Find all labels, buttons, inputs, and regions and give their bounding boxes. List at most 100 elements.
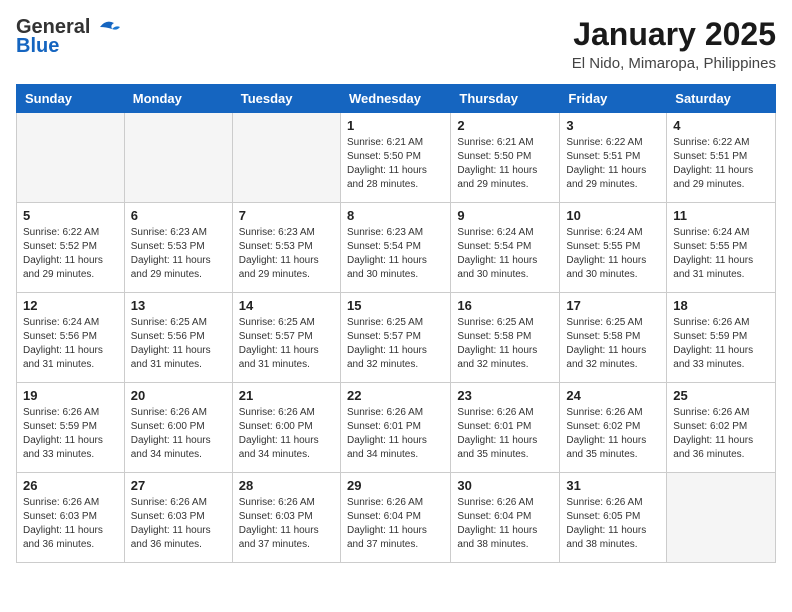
cell-content: Sunrise: 6:26 AM Sunset: 6:04 PM Dayligh…: [347, 496, 444, 552]
calendar-cell: 9Sunrise: 6:24 AM Sunset: 5:54 PM Daylig…: [451, 203, 560, 293]
calendar-cell: 5 Sunrise: 6:22 AM Sunset: 5:52 PM Daylig…: [17, 203, 125, 293]
cell-content: Sunrise: 6:26 AM Sunset: 6:03 PM Dayligh…: [239, 496, 334, 552]
day-number: 10: [566, 208, 660, 223]
calendar-cell: 30Sunrise: 6:26 AM Sunset: 6:04 PM Dayli…: [451, 473, 560, 563]
cell-content: Sunrise: 6:26 AM Sunset: 5:59 PM Dayligh…: [23, 406, 118, 462]
day-number: 18: [673, 298, 769, 313]
cell-content: Sunrise: 6:26 AM Sunset: 6:01 PM Dayligh…: [457, 406, 553, 462]
day-number: 30: [457, 478, 553, 493]
cell-content: Sunrise: 6:25 AM Sunset: 5:58 PM Dayligh…: [457, 316, 553, 372]
day-number: 27: [131, 478, 226, 493]
day-number: 6: [131, 208, 226, 223]
day-number: 31: [566, 478, 660, 493]
cell-content: Sunrise: 6:22 AM Sunset: 5:52 PM Dayligh…: [23, 226, 118, 282]
day-number: 21: [239, 388, 334, 403]
calendar-cell: 14 Sunrise: 6:25 AM Sunset: 5:57 PM Dayli…: [232, 293, 340, 383]
weekday-header-sunday: Sunday: [17, 85, 125, 113]
calendar-cell: 2 Sunrise: 6:21 AM Sunset: 5:50 PM Daylig…: [451, 113, 560, 203]
week-row-4: 19 Sunrise: 6:26 AM Sunset: 5:59 PM Dayli…: [17, 383, 776, 473]
cell-content: Sunrise: 6:23 AM Sunset: 5:53 PM Dayligh…: [239, 226, 334, 282]
title-block: January 2025 El Nido, Mimaropa, Philippi…: [572, 16, 776, 72]
day-number: 14: [239, 298, 334, 313]
calendar-cell: 28 Sunrise: 6:26 AM Sunset: 6:03 PM Dayli…: [232, 473, 340, 563]
day-number: 17: [566, 298, 660, 313]
calendar-cell: 24Sunrise: 6:26 AM Sunset: 6:02 PM Dayli…: [560, 383, 667, 473]
calendar-cell: 4 Sunrise: 6:22 AM Sunset: 5:51 PM Daylig…: [667, 113, 776, 203]
calendar-cell: [667, 473, 776, 563]
weekday-header-row: SundayMondayTuesdayWednesdayThursdayFrid…: [17, 85, 776, 113]
calendar-cell: 15Sunrise: 6:25 AM Sunset: 5:57 PM Dayli…: [340, 293, 450, 383]
calendar-cell: 29 Sunrise: 6:26 AM Sunset: 6:04 PM Dayli…: [340, 473, 450, 563]
cell-content: Sunrise: 6:22 AM Sunset: 5:51 PM Dayligh…: [566, 136, 660, 192]
day-number: 13: [131, 298, 226, 313]
day-number: 2: [457, 118, 553, 133]
calendar-cell: [17, 113, 125, 203]
day-number: 16: [457, 298, 553, 313]
calendar-cell: 18 Sunrise: 6:26 AM Sunset: 5:59 PM Dayli…: [667, 293, 776, 383]
cell-content: Sunrise: 6:24 AM Sunset: 5:55 PM Dayligh…: [673, 226, 769, 282]
cell-content: Sunrise: 6:21 AM Sunset: 5:50 PM Dayligh…: [457, 136, 553, 192]
cell-content: Sunrise: 6:23 AM Sunset: 5:53 PM Dayligh…: [131, 226, 226, 282]
day-number: 20: [131, 388, 226, 403]
calendar-cell: 7 Sunrise: 6:23 AM Sunset: 5:53 PM Daylig…: [232, 203, 340, 293]
week-row-3: 12 Sunrise: 6:24 AM Sunset: 5:56 PM Dayli…: [17, 293, 776, 383]
month-title: January 2025: [572, 16, 776, 53]
day-number: 3: [566, 118, 660, 133]
weekday-header-friday: Friday: [560, 85, 667, 113]
cell-content: Sunrise: 6:22 AM Sunset: 5:51 PM Dayligh…: [673, 136, 769, 192]
logo: General Blue: [16, 16, 120, 58]
calendar-cell: 25 Sunrise: 6:26 AM Sunset: 6:02 PM Dayli…: [667, 383, 776, 473]
day-number: 9: [457, 208, 553, 223]
logo-bird-icon: [92, 17, 120, 37]
calendar-cell: 20 Sunrise: 6:26 AM Sunset: 6:00 PM Dayli…: [124, 383, 232, 473]
calendar-cell: 17 Sunrise: 6:25 AM Sunset: 5:58 PM Dayli…: [560, 293, 667, 383]
cell-content: Sunrise: 6:26 AM Sunset: 6:02 PM Dayligh…: [673, 406, 769, 462]
calendar-cell: [232, 113, 340, 203]
cell-content: Sunrise: 6:26 AM Sunset: 6:05 PM Dayligh…: [566, 496, 660, 552]
calendar-cell: 27 Sunrise: 6:26 AM Sunset: 6:03 PM Dayli…: [124, 473, 232, 563]
calendar-cell: 31 Sunrise: 6:26 AM Sunset: 6:05 PM Dayli…: [560, 473, 667, 563]
day-number: 19: [23, 388, 118, 403]
cell-content: Sunrise: 6:26 AM Sunset: 6:03 PM Dayligh…: [131, 496, 226, 552]
calendar-cell: 3 Sunrise: 6:22 AM Sunset: 5:51 PM Daylig…: [560, 113, 667, 203]
day-number: 1: [347, 118, 444, 133]
day-number: 4: [673, 118, 769, 133]
cell-content: Sunrise: 6:25 AM Sunset: 5:57 PM Dayligh…: [239, 316, 334, 372]
calendar-cell: 11Sunrise: 6:24 AM Sunset: 5:55 PM Dayli…: [667, 203, 776, 293]
day-number: 7: [239, 208, 334, 223]
cell-content: Sunrise: 6:26 AM Sunset: 6:00 PM Dayligh…: [239, 406, 334, 462]
weekday-header-wednesday: Wednesday: [340, 85, 450, 113]
calendar-cell: 26Sunrise: 6:26 AM Sunset: 6:03 PM Dayli…: [17, 473, 125, 563]
calendar-cell: 16 Sunrise: 6:25 AM Sunset: 5:58 PM Dayli…: [451, 293, 560, 383]
calendar-cell: 6 Sunrise: 6:23 AM Sunset: 5:53 PM Daylig…: [124, 203, 232, 293]
day-number: 25: [673, 388, 769, 403]
cell-content: Sunrise: 6:26 AM Sunset: 5:59 PM Dayligh…: [673, 316, 769, 372]
calendar-cell: 22Sunrise: 6:26 AM Sunset: 6:01 PM Dayli…: [340, 383, 450, 473]
calendar-cell: 21 Sunrise: 6:26 AM Sunset: 6:00 PM Dayli…: [232, 383, 340, 473]
calendar-cell: 8Sunrise: 6:23 AM Sunset: 5:54 PM Daylig…: [340, 203, 450, 293]
calendar-cell: [124, 113, 232, 203]
calendar-table: SundayMondayTuesdayWednesdayThursdayFrid…: [16, 84, 776, 563]
cell-content: Sunrise: 6:26 AM Sunset: 6:03 PM Dayligh…: [23, 496, 118, 552]
cell-content: Sunrise: 6:21 AM Sunset: 5:50 PM Dayligh…: [347, 136, 444, 192]
day-number: 29: [347, 478, 444, 493]
cell-content: Sunrise: 6:26 AM Sunset: 6:00 PM Dayligh…: [131, 406, 226, 462]
week-row-2: 5 Sunrise: 6:22 AM Sunset: 5:52 PM Daylig…: [17, 203, 776, 293]
day-number: 23: [457, 388, 553, 403]
day-number: 28: [239, 478, 334, 493]
day-number: 5: [23, 208, 118, 223]
cell-content: Sunrise: 6:25 AM Sunset: 5:57 PM Dayligh…: [347, 316, 444, 372]
calendar-cell: 1 Sunrise: 6:21 AM Sunset: 5:50 PM Daylig…: [340, 113, 450, 203]
cell-content: Sunrise: 6:23 AM Sunset: 5:54 PM Dayligh…: [347, 226, 444, 282]
weekday-header-thursday: Thursday: [451, 85, 560, 113]
cell-content: Sunrise: 6:24 AM Sunset: 5:56 PM Dayligh…: [23, 316, 118, 372]
weekday-header-monday: Monday: [124, 85, 232, 113]
cell-content: Sunrise: 6:25 AM Sunset: 5:58 PM Dayligh…: [566, 316, 660, 372]
week-row-1: 1 Sunrise: 6:21 AM Sunset: 5:50 PM Daylig…: [17, 113, 776, 203]
cell-content: Sunrise: 6:24 AM Sunset: 5:55 PM Dayligh…: [566, 226, 660, 282]
calendar-cell: 23 Sunrise: 6:26 AM Sunset: 6:01 PM Dayli…: [451, 383, 560, 473]
weekday-header-saturday: Saturday: [667, 85, 776, 113]
calendar-cell: 10 Sunrise: 6:24 AM Sunset: 5:55 PM Dayli…: [560, 203, 667, 293]
day-number: 12: [23, 298, 118, 313]
page-header: General Blue January 2025 El Nido, Mimar…: [16, 16, 776, 72]
